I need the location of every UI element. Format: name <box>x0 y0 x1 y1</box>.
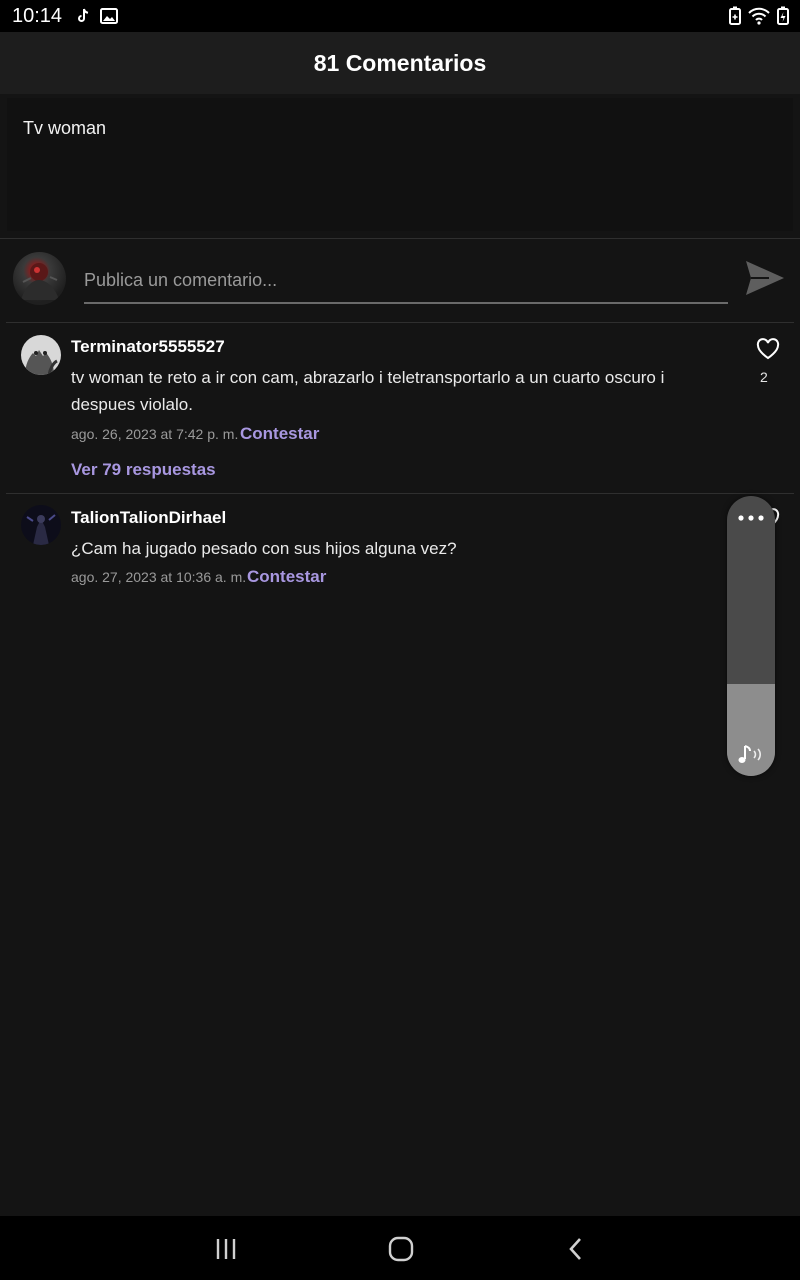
divider <box>0 238 800 239</box>
recent-apps-icon[interactable] <box>211 1234 241 1264</box>
music-note-icon <box>735 742 765 766</box>
home-icon[interactable] <box>386 1234 416 1264</box>
comment-username[interactable]: Terminator5555527 <box>71 337 225 357</box>
like-button[interactable] <box>756 338 780 360</box>
view-replies-link[interactable]: Ver 79 respuestas <box>71 460 216 480</box>
tiktok-icon <box>74 7 92 25</box>
reply-button[interactable]: Contestar <box>247 567 326 587</box>
page-title: 81 Comentarios <box>313 49 487 76</box>
more-dots-icon[interactable] <box>727 506 775 530</box>
avatar[interactable] <box>21 335 61 375</box>
wifi-icon <box>748 6 770 31</box>
comment-date: ago. 26, 2023 at 7:42 p. m. <box>71 426 239 442</box>
navigation-bar <box>0 1216 800 1280</box>
comment-item: Terminator5555527 tv woman te reto a ir … <box>0 323 800 493</box>
comment-text: tv woman te reto a ir con cam, abrazarlo… <box>71 368 665 414</box>
status-time: 10:14 <box>12 4 63 27</box>
send-button[interactable] <box>744 258 786 298</box>
battery-icon <box>776 6 790 31</box>
avatar <box>13 252 66 305</box>
post-content: Tv woman <box>7 98 793 231</box>
reply-button[interactable]: Contestar <box>240 424 319 444</box>
comments-header: 81 Comentarios <box>0 32 800 94</box>
post-text: Tv woman <box>23 118 107 138</box>
floating-volume-panel[interactable] <box>727 496 775 776</box>
avatar[interactable] <box>21 505 61 545</box>
comment-date: ago. 27, 2023 at 10:36 a. m. <box>71 569 247 585</box>
like-count: 2 <box>760 369 768 385</box>
back-icon[interactable] <box>561 1234 591 1264</box>
status-right-icons <box>728 6 790 31</box>
image-icon <box>100 7 119 25</box>
heart-icon <box>756 338 780 360</box>
status-bar: 10:14 <box>0 0 800 32</box>
battery-saver-icon <box>728 6 742 31</box>
comment-text: ¿Cam ha jugado pesado con sus hijos algu… <box>71 539 457 558</box>
comment-item: TalionTalionDirhael ¿Cam ha jugado pesad… <box>0 494 800 594</box>
send-icon <box>746 261 784 295</box>
comment-input[interactable] <box>84 258 728 304</box>
app-root: 10:14 81 Comentarios Tv woman Publica un… <box>0 0 800 1280</box>
comment-username[interactable]: TalionTalionDirhael <box>71 508 226 528</box>
